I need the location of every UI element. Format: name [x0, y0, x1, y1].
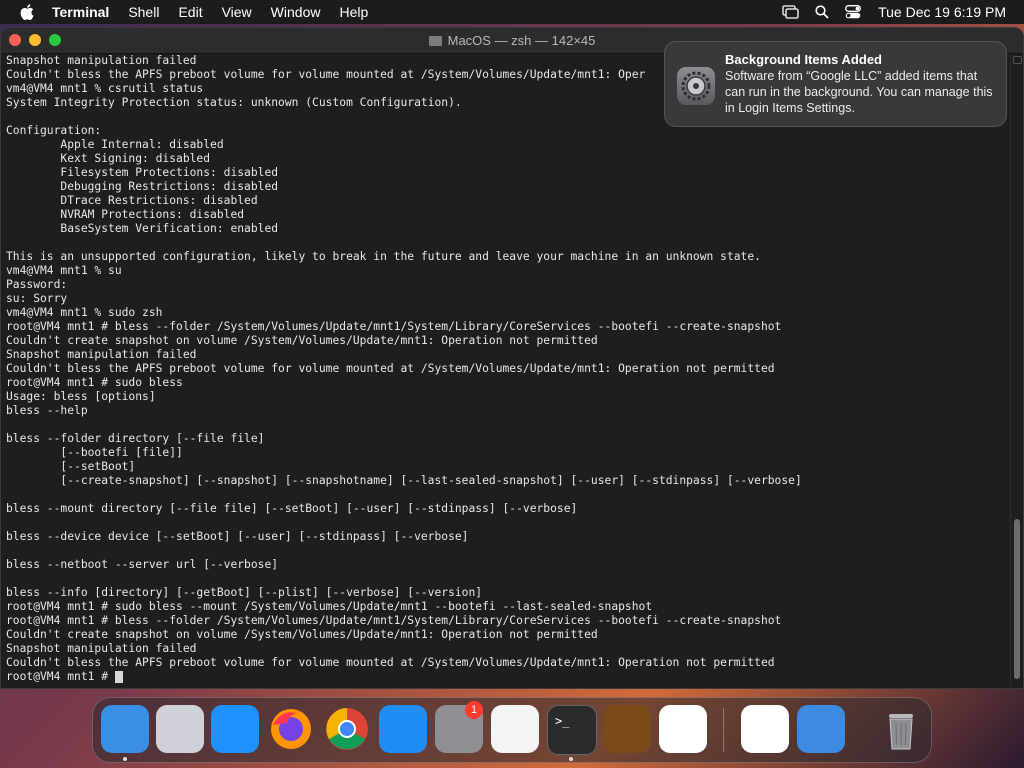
terminal-line: bless --device device [--setBoot] [--use…	[6, 530, 469, 543]
terminal-line: This is an unsupported configuration, li…	[6, 250, 761, 263]
terminal-line: su: Sorry	[6, 292, 68, 305]
app-store-icon[interactable]	[379, 705, 427, 753]
scrollbar-thumb[interactable]	[1014, 519, 1020, 679]
notification-badge: 1	[465, 701, 483, 719]
terminal-line: Snapshot manipulation failed	[6, 348, 197, 361]
trash-icon[interactable]	[877, 705, 925, 753]
dock-separator	[723, 708, 724, 752]
notification-body: Software from “Google LLC” added items t…	[725, 69, 993, 115]
menu-edit[interactable]: Edit	[178, 4, 202, 20]
scroll-up-icon[interactable]	[1013, 56, 1022, 64]
running-indicator	[123, 757, 127, 761]
menu-shell[interactable]: Shell	[128, 4, 159, 20]
terminal-line: NVRAM Protections: disabled	[6, 208, 245, 221]
menu-bar-clock[interactable]: Tue Dec 19 6:19 PM	[878, 4, 1006, 20]
terminal-line: Couldn't create snapshot on volume /Syst…	[6, 628, 598, 641]
terminal-line: Usage: bless [options]	[6, 390, 156, 403]
terminal-line: root@VM4 mnt1 # sudo bless	[6, 376, 183, 389]
finder-icon[interactable]	[101, 705, 149, 753]
terminal-line: BaseSystem Verification: enabled	[6, 222, 279, 235]
visual-studio-icon[interactable]	[741, 705, 789, 753]
control-center-icon[interactable]	[845, 5, 862, 19]
terminal-line: Snapshot manipulation failed	[6, 642, 197, 655]
terminal-line: bless --netboot --server url [--verbose]	[6, 558, 279, 571]
menu-app-terminal[interactable]: Terminal	[52, 4, 109, 20]
menu-bar: Terminal Shell Edit View Window Help Tue…	[0, 0, 1024, 24]
background-items-notification[interactable]: Background Items Added Software from “Go…	[664, 41, 1007, 127]
firefox-icon[interactable]	[267, 705, 315, 753]
window-title: MacOS — zsh — 142×45	[428, 33, 596, 48]
terminal-scrollbar[interactable]	[1010, 54, 1022, 686]
launchpad-icon[interactable]	[156, 705, 204, 753]
dock: 1 >_	[92, 697, 932, 763]
screen-mirroring-icon[interactable]	[782, 5, 799, 19]
terminal-line: bless --help	[6, 404, 88, 417]
terminal-line: Debugging Restrictions: disabled	[6, 180, 279, 193]
weather-icon[interactable]	[797, 705, 845, 753]
safari-icon[interactable]	[211, 705, 259, 753]
terminal-line: Couldn't bless the APFS preboot volume f…	[6, 656, 775, 669]
terminal-line: Couldn't create snapshot on volume /Syst…	[6, 334, 598, 347]
folder-icon	[428, 35, 442, 46]
terminal-line: bless --info [directory] [--getBoot] [--…	[6, 586, 483, 599]
terminal-line: Apple Internal: disabled	[6, 138, 224, 151]
menu-window[interactable]: Window	[271, 4, 321, 20]
close-window-button[interactable]	[9, 34, 21, 46]
minimize-window-button[interactable]	[29, 34, 41, 46]
terminal-line: root@VM4 mnt1 # bless --folder /System/V…	[6, 614, 782, 627]
terminal-line: [--bootefi [file]]	[6, 446, 183, 459]
terminal-line: vm4@VM4 mnt1 % su	[6, 264, 122, 277]
menu-view[interactable]: View	[222, 4, 252, 20]
spotlight-search-icon[interactable]	[815, 5, 829, 19]
terminal-prompt-line[interactable]: root@VM4 mnt1 #	[6, 670, 1005, 684]
terminal-line: root@VM4 mnt1 # sudo bless --mount /Syst…	[6, 600, 653, 613]
garageband-icon[interactable]	[603, 705, 651, 753]
terminal-line: [--create-snapshot] [--snapshot] [--snap…	[6, 474, 802, 487]
chrome-icon[interactable]	[323, 705, 371, 753]
system-settings-icon	[677, 67, 715, 105]
zoom-window-button[interactable]	[49, 34, 61, 46]
terminal-line: Couldn't bless the APFS preboot volume f…	[6, 362, 775, 375]
textedit-icon[interactable]	[491, 705, 539, 753]
terminal-cursor	[114, 671, 123, 683]
terminal-line: DTrace Restrictions: disabled	[6, 194, 258, 207]
menu-help[interactable]: Help	[339, 4, 368, 20]
window-title-text: MacOS — zsh — 142×45	[447, 33, 596, 48]
terminal-output[interactable]: Snapshot manipulation failed Couldn't ble…	[1, 54, 1005, 686]
terminal-line: [--setBoot]	[6, 460, 136, 473]
terminal-icon[interactable]: >_	[547, 705, 597, 755]
terminal-line: Kext Signing: disabled	[6, 152, 211, 165]
terminal-line: vm4@VM4 mnt1 % sudo zsh	[6, 306, 163, 319]
terminal-line: Password:	[6, 278, 68, 291]
menu-bar-extras: Tue Dec 19 6:19 PM	[766, 0, 1006, 24]
terminal-line: bless --folder directory [--file file]	[6, 432, 265, 445]
notification-title: Background Items Added	[725, 52, 882, 67]
terminal-line: root@VM4 mnt1 # bless --folder /System/V…	[6, 320, 782, 333]
terminal-prompt: root@VM4 mnt1 #	[6, 670, 115, 683]
terminal-line: bless --mount directory [--file file] [-…	[6, 502, 578, 515]
running-indicator	[569, 757, 573, 761]
window-controls	[9, 34, 69, 46]
terminal-line: Filesystem Protections: disabled	[6, 166, 279, 179]
apple-menu-icon[interactable]	[19, 4, 35, 20]
vscode-icon[interactable]	[659, 705, 707, 753]
